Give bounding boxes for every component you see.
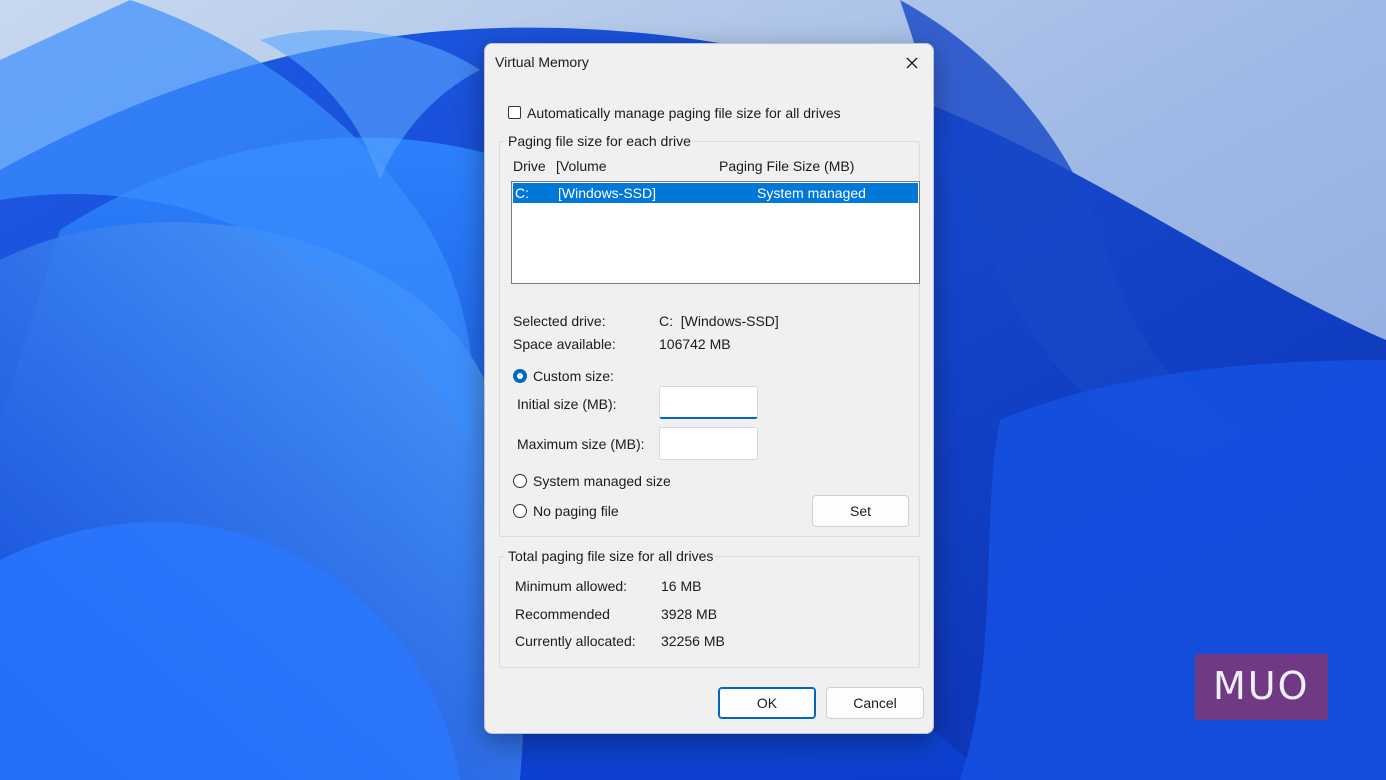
selected-drive-label: Selected drive:	[513, 313, 606, 329]
ok-button[interactable]: OK	[718, 687, 816, 719]
cancel-button[interactable]: Cancel	[826, 687, 924, 719]
drive-list[interactable]: C: [Windows-SSD] System managed	[511, 181, 920, 284]
auto-manage-label[interactable]: Automatically manage paging file size fo…	[527, 105, 841, 121]
currently-allocated-value: 32256 MB	[661, 633, 725, 649]
recommended-label: Recommended	[515, 606, 610, 622]
no-paging-label[interactable]: No paging file	[533, 503, 619, 519]
initial-size-input[interactable]	[659, 386, 758, 419]
muo-logo-text: MUO	[1213, 664, 1310, 708]
drives-group-legend: Paging file size for each drive	[505, 133, 694, 149]
header-volume: [Volume	[556, 158, 607, 174]
header-drive: Drive	[513, 158, 546, 174]
drive-volume: [Windows-SSD]	[558, 185, 657, 201]
system-managed-radio[interactable]	[513, 474, 527, 488]
drive-paging-size: System managed	[757, 185, 866, 201]
maximum-size-input[interactable]	[659, 427, 758, 460]
recommended-value: 3928 MB	[661, 606, 718, 622]
header-paging-size: Paging File Size (MB)	[719, 158, 855, 174]
custom-size-radio[interactable]	[513, 369, 527, 383]
virtual-memory-dialog: Virtual Memory Automatically manage pagi…	[484, 43, 934, 734]
minimum-allowed-label: Minimum allowed:	[515, 578, 628, 594]
total-group-legend: Total paging file size for all drives	[505, 548, 717, 564]
space-available-label: Space available:	[513, 336, 616, 352]
currently-allocated-label: Currently allocated:	[515, 633, 636, 649]
custom-size-label[interactable]: Custom size:	[533, 368, 614, 384]
space-available-value: 106742 MB	[659, 336, 731, 352]
set-button[interactable]: Set	[812, 495, 909, 527]
no-paging-radio[interactable]	[513, 504, 527, 518]
dialog-title: Virtual Memory	[495, 54, 589, 70]
close-button[interactable]	[899, 50, 925, 76]
maximum-size-label: Maximum size (MB):	[517, 436, 645, 452]
initial-size-label: Initial size (MB):	[517, 396, 617, 412]
auto-manage-checkbox[interactable]	[508, 106, 521, 119]
close-icon	[906, 57, 918, 69]
title-bar[interactable]: Virtual Memory	[485, 44, 933, 82]
system-managed-label[interactable]: System managed size	[533, 473, 671, 489]
selected-drive-value: C: [Windows-SSD]	[659, 313, 779, 329]
minimum-allowed-value: 16 MB	[661, 578, 702, 594]
muo-logo: MUO	[1195, 654, 1328, 720]
drive-letter: C:	[515, 185, 529, 201]
drive-row-selected[interactable]: C: [Windows-SSD] System managed	[513, 183, 918, 203]
